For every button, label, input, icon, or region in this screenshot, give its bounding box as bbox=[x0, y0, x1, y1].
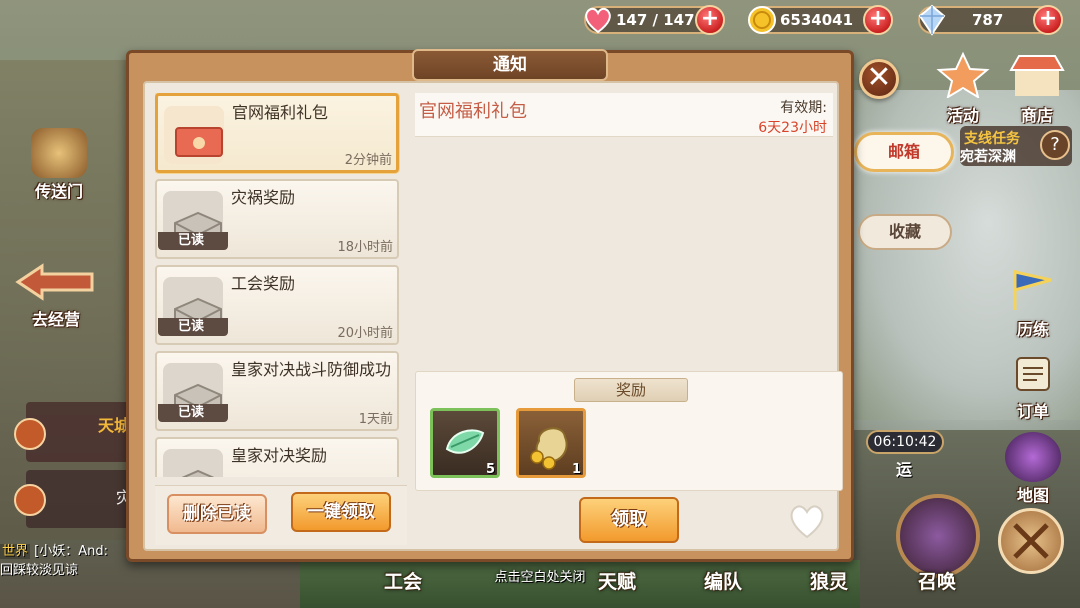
branch-quest-sub: 宛若深渊 bbox=[960, 149, 1016, 165]
branch-quest-title: 支线任务 bbox=[964, 131, 1020, 147]
portal-label: 传送门 bbox=[34, 182, 83, 201]
close-hint: 点击空白处关闭 bbox=[494, 570, 586, 585]
mail-list-footer: 删除已读 一键领取 bbox=[155, 485, 407, 545]
heart-icon bbox=[585, 7, 611, 34]
mail-thumb: 已读 bbox=[158, 191, 228, 250]
claim-button[interactable]: 领取 bbox=[579, 497, 679, 543]
help-icon[interactable]: ? bbox=[1040, 130, 1070, 160]
favorites-tab[interactable]: 收藏 bbox=[858, 214, 952, 250]
portal-button[interactable]: 传送门 bbox=[26, 128, 92, 202]
mail-title: 工会奖励 bbox=[231, 274, 296, 293]
mail-title: 皇家对决战斗防御成功 bbox=[231, 360, 392, 379]
mail-detail-header: 官网福利礼包 有效期: 6天23小时 bbox=[415, 93, 833, 137]
validity-label: 有效期: bbox=[780, 100, 827, 116]
mail-list[interactable]: 官网福利礼包 2分钟前 已读 灾祸奖励 18小时前 已读 工会奖励 20小时前 bbox=[155, 93, 407, 477]
red-envelope-icon bbox=[175, 127, 223, 157]
modal-title: 通知 bbox=[412, 49, 608, 81]
map-icon bbox=[1005, 432, 1061, 482]
map-label: 地图 bbox=[1016, 486, 1049, 505]
mail-time: 1天前 bbox=[358, 412, 393, 427]
mail-title: 皇家对决奖励 bbox=[231, 446, 328, 465]
delete-read-button[interactable]: 删除已读 bbox=[167, 494, 267, 534]
chat-channel: 世界 bbox=[0, 544, 31, 559]
mail-time: 20小时前 bbox=[337, 326, 393, 341]
activity-label: 活动 bbox=[946, 106, 979, 125]
opened-envelope-icon bbox=[181, 469, 215, 477]
shop-label: 商店 bbox=[1020, 106, 1053, 125]
training-button[interactable]: 历练 bbox=[1000, 266, 1066, 340]
to-shop-label: 去经营 bbox=[31, 310, 80, 329]
battle-button[interactable] bbox=[998, 508, 1064, 574]
read-badge: 已读 bbox=[158, 232, 228, 250]
mail-thumb bbox=[163, 449, 223, 477]
reward-qty: 1 bbox=[571, 462, 581, 477]
rewards-panel: 奖励 5 1 bbox=[415, 371, 843, 491]
mail-title: 灾祸奖励 bbox=[231, 188, 296, 207]
branch-quest-panel[interactable]: 支线任务 宛若深渊 ? bbox=[960, 126, 1072, 166]
training-label: 历练 bbox=[1016, 320, 1049, 339]
flag-icon bbox=[1013, 270, 1052, 310]
shop-button[interactable]: 商店 bbox=[1004, 52, 1070, 126]
transport-timer: 06:10:42 bbox=[866, 430, 944, 454]
add-stamina-button[interactable]: + bbox=[695, 5, 725, 35]
left-crossed-icon-2[interactable] bbox=[14, 484, 46, 516]
stamina-value: 147 / 147 bbox=[616, 11, 695, 29]
modal-body: 官网福利礼包 2分钟前 已读 灾祸奖励 18小时前 已读 工会奖励 20小时前 bbox=[143, 81, 843, 551]
portal-icon bbox=[31, 128, 87, 178]
crystal-value: 787 bbox=[972, 11, 1004, 29]
reward-item-0[interactable]: 5 bbox=[430, 408, 500, 478]
orders-label: 订单 bbox=[1016, 402, 1049, 421]
mailbox-tab-label: 邮箱 bbox=[887, 142, 920, 161]
map-button[interactable]: 地图 bbox=[1000, 432, 1066, 506]
orders-button[interactable]: 订单 bbox=[1000, 354, 1066, 422]
transport-label: 运 bbox=[896, 460, 913, 479]
favorites-tab-label: 收藏 bbox=[888, 222, 921, 241]
arrow-left-icon bbox=[15, 263, 94, 301]
mail-title: 官网福利礼包 bbox=[232, 103, 329, 122]
scroll-icon bbox=[1016, 357, 1050, 391]
close-icon: ✕ bbox=[866, 60, 892, 95]
add-gold-button[interactable]: + bbox=[863, 5, 893, 35]
read-badge: 已读 bbox=[158, 318, 228, 336]
close-button[interactable]: ✕ bbox=[859, 59, 899, 99]
mail-detail-title: 官网福利礼包 bbox=[419, 101, 527, 122]
crossed-swords-icon bbox=[1013, 523, 1049, 559]
reward-item-1[interactable]: 1 bbox=[516, 408, 586, 478]
mail-thumb bbox=[164, 106, 224, 164]
reward-qty: 5 bbox=[485, 462, 495, 477]
to-shop-button[interactable]: 去经营 bbox=[14, 262, 98, 330]
coin-icon bbox=[748, 6, 776, 34]
shop-icon bbox=[1009, 55, 1065, 96]
add-crystal-button[interactable]: + bbox=[1033, 5, 1063, 35]
gold-value: 6534041 bbox=[780, 11, 854, 29]
validity-value: 6天23小时 bbox=[758, 120, 827, 136]
crystal-counter: 787 + bbox=[918, 4, 1063, 36]
mail-time: 18小时前 bbox=[337, 240, 393, 255]
mailbox-tab[interactable]: 邮箱 bbox=[854, 132, 954, 172]
chat-line-1: [小妖：And: bbox=[34, 544, 108, 559]
activity-button[interactable]: 活动 bbox=[930, 51, 996, 126]
left-crossed-icon-1[interactable] bbox=[14, 418, 46, 450]
crystal-icon bbox=[918, 4, 946, 36]
mail-time: 2分钟前 bbox=[344, 153, 392, 168]
mail-item-2[interactable]: 已读 工会奖励 20小时前 bbox=[155, 265, 399, 345]
mail-item-3[interactable]: 已读 皇家对决战斗防御成功 1天前 bbox=[155, 351, 399, 431]
mail-thumb: 已读 bbox=[158, 363, 228, 422]
rewards-label: 奖励 bbox=[574, 378, 688, 402]
stamina-counter: 147 / 147 + bbox=[584, 5, 725, 35]
notification-modal: 通知 ✕ 官网福利礼包 2分钟前 已读 灾祸奖励 18小时前 已读 工会奖励 2… bbox=[126, 49, 899, 562]
star-icon bbox=[936, 51, 990, 100]
mail-thumb: 已读 bbox=[158, 277, 228, 336]
mail-item-4[interactable]: 皇家对决奖励 bbox=[155, 437, 399, 477]
claim-all-button[interactable]: 一键领取 bbox=[291, 492, 391, 532]
mail-item-1[interactable]: 已读 灾祸奖励 18小时前 bbox=[155, 179, 399, 259]
mail-item-0[interactable]: 官网福利礼包 2分钟前 bbox=[155, 93, 399, 173]
read-badge: 已读 bbox=[158, 404, 228, 422]
gold-counter: 6534041 + bbox=[748, 5, 893, 35]
heart-outline-icon[interactable] bbox=[785, 501, 829, 541]
